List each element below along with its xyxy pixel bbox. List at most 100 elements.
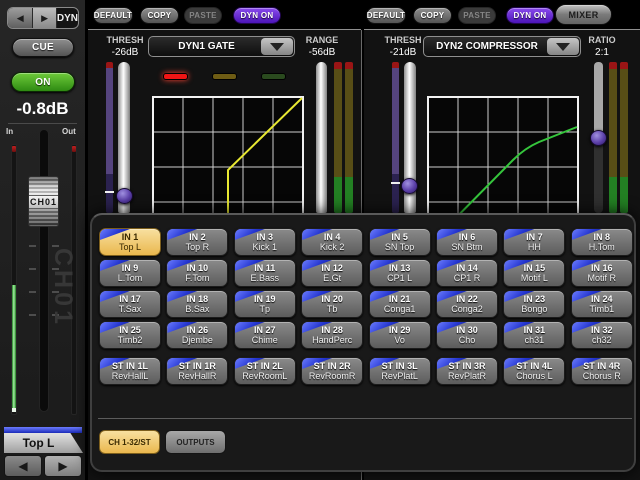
channel-id: IN 12 [321,262,343,273]
channel-label: Kick 1 [252,242,278,252]
channel-button-in-10[interactable]: IN 10 F.Tom [166,259,229,287]
channel-button-in-22[interactable]: IN 22 Conga2 [436,290,498,318]
channel-id: ST IN 4R [583,360,621,371]
channel-button-in-2[interactable]: IN 2 Top R [166,228,229,256]
channel-button-in-14[interactable]: IN 14 CP1 R [436,259,498,287]
channel-button-st-in-1l[interactable]: ST IN 1L RevHallL [99,357,161,385]
channel-id: ST IN 1R [178,360,216,371]
channel-button-st-in-4l[interactable]: ST IN 4L Chorus L [503,357,566,385]
channel-label: HandPerc [312,335,353,345]
dropdown-arrow-button[interactable] [547,38,579,55]
channel-label: Timb1 [589,304,615,314]
channel-button-st-in-1r[interactable]: ST IN 1R RevHallR [166,357,229,385]
channel-button-in-31[interactable]: IN 31 ch31 [503,321,566,349]
dyn1-copy-button[interactable]: COPY [140,7,179,24]
channel-button-st-in-3r[interactable]: ST IN 3R RevPlatR [436,357,498,385]
channel-button-st-in-2l[interactable]: ST IN 2L RevRoomL [233,357,296,385]
channel-button-in-19[interactable]: IN 19 Tp [233,290,296,318]
channel-label: Timb2 [117,335,143,345]
channel-button-in-4[interactable]: IN 4 Kick 2 [301,228,364,256]
next-channel-button[interactable]: ▶ [44,455,82,477]
channel-button-in-13[interactable]: IN 13 CP1 L [368,259,431,287]
channel-label: HH [527,242,541,252]
channel-button-in-18[interactable]: IN 18 B.Sax [166,290,229,318]
tab-outputs[interactable]: OUTPUTS [165,430,226,454]
dyn2-paste-button[interactable]: PASTE [458,7,496,24]
prev-channel-button[interactable]: ◀ [4,455,42,477]
channel-name-tag: Top L [4,433,83,453]
channel-id: IN 16 [591,262,613,273]
channel-button-in-9[interactable]: IN 9 L.Tom [99,259,161,287]
channel-button-in-8[interactable]: IN 8 H.Tom [570,228,633,256]
meter-peak-cap [12,146,16,152]
dyn1-output-meter-l [334,62,342,213]
channel-label: Conga1 [383,304,416,314]
chevron-down-icon [270,42,284,51]
fader-cap-label: CH01 [29,195,58,209]
channel-button-in-25[interactable]: IN 25 Timb2 [99,321,161,349]
channel-button-in-30[interactable]: IN 30 Cho [436,321,498,349]
channel-button-in-6[interactable]: IN 6 SN Btm [436,228,498,256]
channel-id: ST IN 4L [516,360,553,371]
dyn2-on-button[interactable]: DYN ON [506,7,554,24]
dyn2-default-button[interactable]: DEFAULT [366,7,406,24]
channel-sidebar: ◀ ▶ DYN CUE ON -0.8dB In Out CH01 CH01 T… [0,0,85,480]
channel-button-in-29[interactable]: IN 29 Vo [368,321,431,349]
dyn1-type-dropdown[interactable]: DYN1 GATE [148,36,295,57]
dyn1-on-button[interactable]: DYN ON [233,7,281,24]
channel-select-overlay: IN 1 Top L IN 2 Top R IN 3 Kick 1 IN 4 Kick 2 IN… [90,213,636,472]
channel-label: Motif R [587,273,617,283]
channel-button-in-20[interactable]: IN 20 Tb [301,290,364,318]
dyn2-thresh-label: THRESH [384,35,422,45]
channel-label: T.Sax [118,304,142,314]
channel-id: IN 20 [321,293,343,304]
dyn2-type-dropdown[interactable]: DYN2 COMPRESSOR [423,36,581,57]
channel-button-in-15[interactable]: IN 15 Motif L [503,259,566,287]
channel-fader-cap[interactable]: CH01 [28,176,59,227]
channel-id: IN 23 [523,293,546,304]
dyn1-paste-button[interactable]: PASTE [184,7,222,24]
dyn1-range-value: -56dB [308,47,336,58]
mixer-button[interactable]: MIXER [555,4,612,25]
channel-button-in-17[interactable]: IN 17 T.Sax [99,290,161,318]
dyn2-thresh-knob[interactable] [401,178,418,194]
channel-button-in-24[interactable]: IN 24 Timb1 [570,290,633,318]
channel-button-in-16[interactable]: IN 16 Motif R [570,259,633,287]
cue-button[interactable]: CUE [12,38,74,57]
channel-id: IN 19 [254,293,276,304]
channel-button-in-28[interactable]: IN 28 HandPerc [301,321,364,349]
channel-id: IN 28 [321,324,343,335]
channel-button-st-in-2r[interactable]: ST IN 2R RevRoomR [301,357,364,385]
channel-button-in-3[interactable]: IN 3 Kick 1 [233,228,296,256]
channel-button-in-32[interactable]: IN 32 ch32 [570,321,633,349]
channel-id: ST IN 3L [381,360,418,371]
channel-button-in-7[interactable]: IN 7 HH [503,228,566,256]
tab-ch-1-32-st[interactable]: CH 1-32/ST [99,430,160,454]
channel-id: IN 31 [523,324,546,335]
dyn1-range-slider[interactable] [316,62,327,213]
channel-button-in-23[interactable]: IN 23 Bongo [503,290,566,318]
channel-id: IN 22 [456,293,478,304]
channel-button-in-21[interactable]: IN 21 Conga1 [368,290,431,318]
channel-button-st-in-3l[interactable]: ST IN 3L RevPlatL [368,357,431,385]
channel-button-in-5[interactable]: IN 5 SN Top [368,228,431,256]
channel-on-button[interactable]: ON [11,72,75,92]
prev-page-button[interactable]: ◀ [8,8,34,28]
channel-color-strip [4,427,82,433]
channel-label: Tp [259,304,271,314]
channel-id: IN 17 [119,293,141,304]
dyn2-ratio-knob[interactable] [590,130,607,146]
dyn1-thresh-knob[interactable] [116,188,133,204]
channel-button-st-in-4r[interactable]: ST IN 4R Chorus R [570,357,633,385]
channel-button-in-26[interactable]: IN 26 Djembe [166,321,229,349]
channel-button-in-1[interactable]: IN 1 Top L [99,228,161,256]
dropdown-arrow-button[interactable] [261,38,293,55]
channel-button-in-12[interactable]: IN 12 E.Gt [301,259,364,287]
channel-label: Chorus L [516,371,553,381]
channel-button-in-27[interactable]: IN 27 Chime [233,321,296,349]
dyn1-default-button[interactable]: DEFAULT [93,7,133,24]
channel-button-in-11[interactable]: IN 11 E.Bass [233,259,296,287]
next-page-button[interactable]: ▶ [33,8,57,28]
channel-label: H.Tom [588,242,615,252]
dyn2-copy-button[interactable]: COPY [413,7,452,24]
